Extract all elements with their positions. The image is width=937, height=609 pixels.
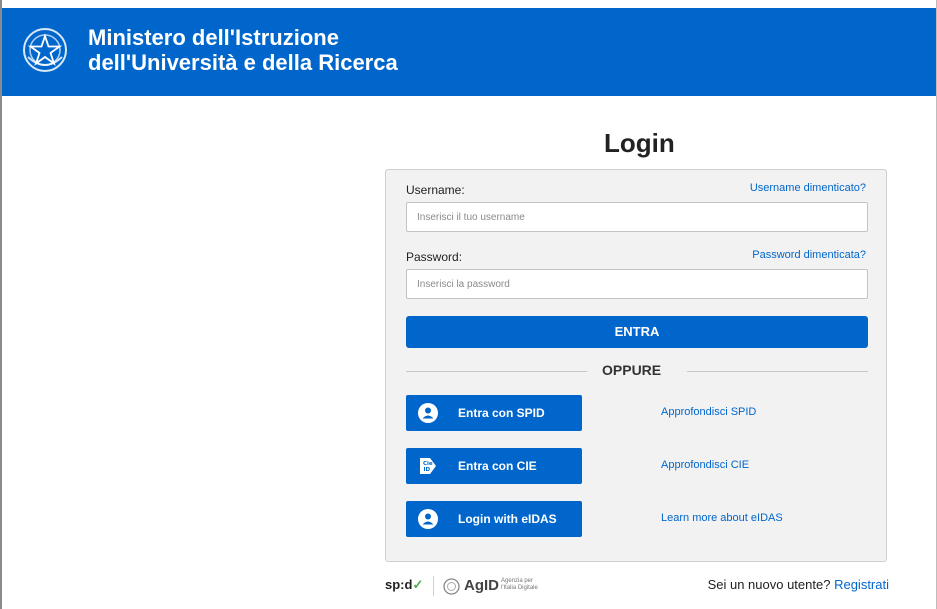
- agid-logo: AgID: [464, 577, 499, 594]
- eidas-login-label: Login with eIDAS: [458, 512, 557, 526]
- username-label: Username:: [406, 183, 465, 197]
- register-link[interactable]: Registrati: [834, 577, 889, 592]
- logo-separator: [433, 576, 434, 596]
- spid-login-button[interactable]: Entra con SPID: [406, 395, 582, 431]
- cie-id-icon: Cie ID: [420, 458, 436, 474]
- agid-subtitle: Agenzia per l'Italia Digitale: [501, 578, 538, 591]
- spid-user-icon: [418, 403, 438, 423]
- password-label: Password:: [406, 250, 463, 264]
- spid-more-link[interactable]: Approfondisci SPID: [661, 406, 756, 418]
- ministry-title: Ministero dell'Istruzione dell'Universit…: [88, 25, 398, 75]
- header-top-strip: [2, 0, 936, 8]
- page-title: Login: [604, 128, 675, 158]
- ministry-title-line1: Ministero dell'Istruzione: [88, 25, 339, 50]
- eidas-login-button[interactable]: Login with eIDAS: [406, 501, 582, 537]
- agid-emblem-icon: [443, 578, 460, 595]
- ministry-title-line2: dell'Università e della Ricerca: [88, 50, 398, 75]
- italian-republic-emblem-icon: [23, 28, 67, 72]
- cie-login-button[interactable]: Cie ID Entra con CIE: [406, 448, 582, 484]
- cie-login-label: Entra con CIE: [458, 459, 537, 473]
- eidas-user-icon: [418, 509, 438, 529]
- password-input[interactable]: Inserisci la password: [406, 269, 868, 299]
- eidas-more-link[interactable]: Learn more about eIDAS: [661, 512, 783, 524]
- spid-logo: sp:d✓: [385, 577, 423, 593]
- or-divider-right: [687, 371, 868, 372]
- site-header: Ministero dell'Istruzione dell'Universit…: [2, 0, 936, 96]
- signup-text: Sei un nuovo utente?: [707, 577, 831, 592]
- spid-logo-text: sp:d: [385, 577, 413, 592]
- login-panel: Username: Username dimenticato? Inserisc…: [385, 169, 887, 562]
- username-forgot-link[interactable]: Username dimenticato?: [750, 182, 866, 194]
- svg-text:ID: ID: [424, 467, 431, 473]
- or-divider-text: OPPURE: [602, 362, 662, 378]
- password-forgot-link[interactable]: Password dimenticata?: [752, 249, 866, 261]
- check-icon: ✓: [412, 577, 424, 592]
- signup-row: Sei un nuovo utente? Registrati: [708, 577, 889, 592]
- username-input[interactable]: Inserisci il tuo username: [406, 202, 868, 232]
- cie-more-link[interactable]: Approfondisci CIE: [661, 459, 749, 471]
- enter-button[interactable]: ENTRA: [406, 316, 868, 348]
- spid-login-label: Entra con SPID: [458, 406, 545, 420]
- or-divider-left: [406, 371, 587, 372]
